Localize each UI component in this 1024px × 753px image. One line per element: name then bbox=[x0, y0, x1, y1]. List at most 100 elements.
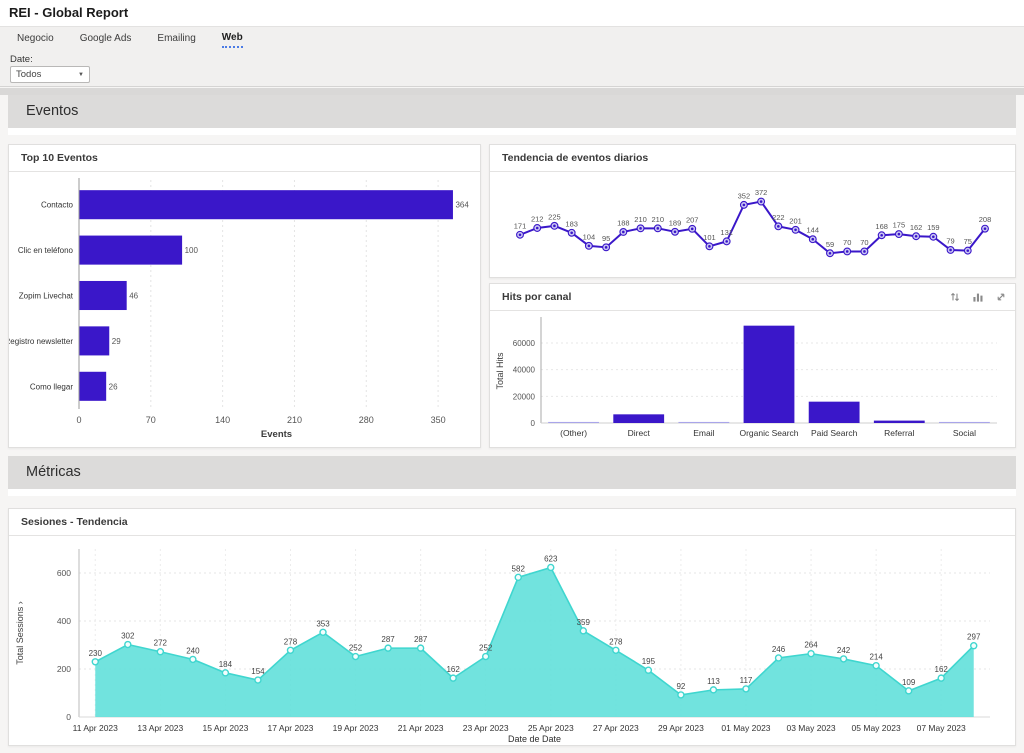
svg-text:25 Apr 2023: 25 Apr 2023 bbox=[528, 723, 574, 733]
svg-text:Social: Social bbox=[953, 428, 976, 438]
svg-text:(Other): (Other) bbox=[560, 428, 587, 438]
svg-text:168: 168 bbox=[875, 222, 888, 231]
svg-text:Events: Events bbox=[261, 429, 292, 440]
panel-sesiones-tendencia: Sesiones - Tendencia 0 200 400 600 230 302 272… bbox=[8, 508, 1016, 746]
expand-icon[interactable] bbox=[995, 291, 1007, 303]
svg-text:230: 230 bbox=[89, 649, 103, 658]
svg-text:Registro newsletter: Registro newsletter bbox=[9, 337, 73, 346]
svg-text:264: 264 bbox=[804, 641, 818, 650]
svg-text:175: 175 bbox=[893, 221, 906, 230]
svg-text:26: 26 bbox=[109, 382, 118, 391]
filter-bar: Date: Todos ▼ bbox=[0, 50, 1024, 87]
svg-text:Referral: Referral bbox=[884, 428, 914, 438]
dashboard-page: REI - Global Report Negocio Google Ads E… bbox=[0, 0, 1024, 753]
svg-text:70: 70 bbox=[860, 238, 868, 247]
svg-text:278: 278 bbox=[284, 637, 298, 646]
svg-text:297: 297 bbox=[967, 633, 981, 642]
svg-text:Organic Search: Organic Search bbox=[739, 428, 798, 438]
svg-text:212: 212 bbox=[531, 214, 544, 223]
svg-text:154: 154 bbox=[251, 667, 265, 676]
svg-text:03 May 2023: 03 May 2023 bbox=[786, 723, 835, 733]
svg-text:101: 101 bbox=[703, 233, 716, 242]
svg-text:623: 623 bbox=[544, 554, 558, 563]
svg-text:Total Sessions ›: Total Sessions › bbox=[15, 601, 25, 665]
svg-text:0: 0 bbox=[66, 712, 71, 722]
svg-text:210: 210 bbox=[287, 415, 302, 425]
svg-text:278: 278 bbox=[609, 637, 623, 646]
date-filter-value: Todos bbox=[16, 69, 41, 80]
svg-text:Date de Date: Date de Date bbox=[508, 734, 561, 744]
svg-text:162: 162 bbox=[935, 665, 949, 674]
svg-text:23 Apr 2023: 23 Apr 2023 bbox=[463, 723, 509, 733]
svg-text:201: 201 bbox=[789, 216, 802, 225]
panel-title-hits-por-canal: Hits por canal bbox=[490, 284, 1015, 311]
svg-text:21 Apr 2023: 21 Apr 2023 bbox=[398, 723, 444, 733]
hits-por-canal-bar-chart[interactable]: 0200004000060000(Other)DirectEmailOrgani… bbox=[490, 311, 1015, 447]
svg-text:Clic en teléfono: Clic en teléfono bbox=[18, 246, 74, 255]
tendencia-eventos-line-chart[interactable]: 1712122251831049518821021018920710113135… bbox=[490, 172, 1015, 277]
svg-text:Total Hits: Total Hits bbox=[495, 352, 505, 390]
svg-text:208: 208 bbox=[979, 215, 992, 224]
svg-text:222: 222 bbox=[772, 213, 785, 222]
date-filter-select[interactable]: Todos ▼ bbox=[10, 66, 90, 83]
swap-axes-icon[interactable] bbox=[949, 291, 961, 303]
section-header-eventos: Eventos bbox=[8, 95, 1016, 128]
svg-text:59: 59 bbox=[826, 240, 834, 249]
svg-text:400: 400 bbox=[57, 616, 71, 626]
svg-text:188: 188 bbox=[617, 218, 630, 227]
svg-text:Email: Email bbox=[693, 428, 714, 438]
panel-title-tendencia-eventos: Tendencia de eventos diarios bbox=[490, 145, 1015, 172]
svg-text:302: 302 bbox=[121, 632, 135, 641]
section-header-metricas: Métricas bbox=[8, 456, 1016, 489]
title-bar: REI - Global Report bbox=[0, 0, 1024, 26]
svg-text:Zopim Livechat: Zopim Livechat bbox=[19, 292, 74, 301]
svg-text:29: 29 bbox=[112, 337, 121, 346]
sesiones-tendencia-area-chart[interactable]: 0200400600230302272240184154278353252287… bbox=[9, 536, 1015, 745]
svg-text:13 Apr 2023: 13 Apr 2023 bbox=[137, 723, 183, 733]
svg-text:100: 100 bbox=[185, 246, 199, 255]
svg-text:79: 79 bbox=[946, 236, 954, 245]
svg-text:162: 162 bbox=[446, 665, 460, 674]
svg-text:600: 600 bbox=[57, 568, 71, 578]
svg-text:0: 0 bbox=[76, 415, 81, 425]
svg-text:109: 109 bbox=[902, 678, 916, 687]
svg-text:246: 246 bbox=[772, 645, 786, 654]
svg-text:27 Apr 2023: 27 Apr 2023 bbox=[593, 723, 639, 733]
svg-text:144: 144 bbox=[807, 226, 820, 235]
svg-text:189: 189 bbox=[669, 218, 682, 227]
svg-text:104: 104 bbox=[583, 232, 596, 241]
svg-text:372: 372 bbox=[755, 188, 768, 197]
svg-text:252: 252 bbox=[349, 644, 363, 653]
panel-title-sesiones-tendencia: Sesiones - Tendencia bbox=[9, 509, 1015, 536]
svg-text:272: 272 bbox=[154, 639, 168, 648]
svg-text:352: 352 bbox=[738, 191, 751, 200]
tab-web[interactable]: Web bbox=[209, 27, 256, 51]
section-spacer bbox=[8, 128, 1016, 135]
svg-text:Paid Search: Paid Search bbox=[811, 428, 858, 438]
svg-text:200: 200 bbox=[57, 664, 71, 674]
bar-chart-icon[interactable] bbox=[972, 291, 984, 303]
svg-text:184: 184 bbox=[219, 660, 233, 669]
svg-text:183: 183 bbox=[565, 219, 578, 228]
svg-text:70: 70 bbox=[843, 238, 851, 247]
svg-text:70: 70 bbox=[146, 415, 156, 425]
tab-google-ads[interactable]: Google Ads bbox=[67, 27, 145, 51]
svg-text:19 Apr 2023: 19 Apr 2023 bbox=[333, 723, 379, 733]
panel-tendencia-eventos: Tendencia de eventos diarios 17121222518… bbox=[489, 144, 1016, 278]
svg-text:280: 280 bbox=[359, 415, 374, 425]
top-10-eventos-bar-chart[interactable]: 070140210280350364Contacto100Clic en tel… bbox=[9, 172, 480, 447]
svg-text:162: 162 bbox=[910, 223, 923, 232]
svg-text:92: 92 bbox=[676, 682, 685, 691]
svg-text:131: 131 bbox=[720, 228, 733, 237]
section-spacer bbox=[8, 489, 1016, 496]
svg-text:210: 210 bbox=[652, 215, 665, 224]
svg-text:60000: 60000 bbox=[513, 339, 536, 348]
tab-negocio[interactable]: Negocio bbox=[4, 27, 67, 51]
svg-text:20000: 20000 bbox=[513, 392, 536, 401]
svg-text:240: 240 bbox=[186, 646, 200, 655]
svg-text:17 Apr 2023: 17 Apr 2023 bbox=[268, 723, 314, 733]
tab-emailing[interactable]: Emailing bbox=[144, 27, 208, 51]
section-separator bbox=[0, 88, 1024, 95]
svg-text:350: 350 bbox=[431, 415, 446, 425]
svg-text:582: 582 bbox=[512, 564, 526, 573]
